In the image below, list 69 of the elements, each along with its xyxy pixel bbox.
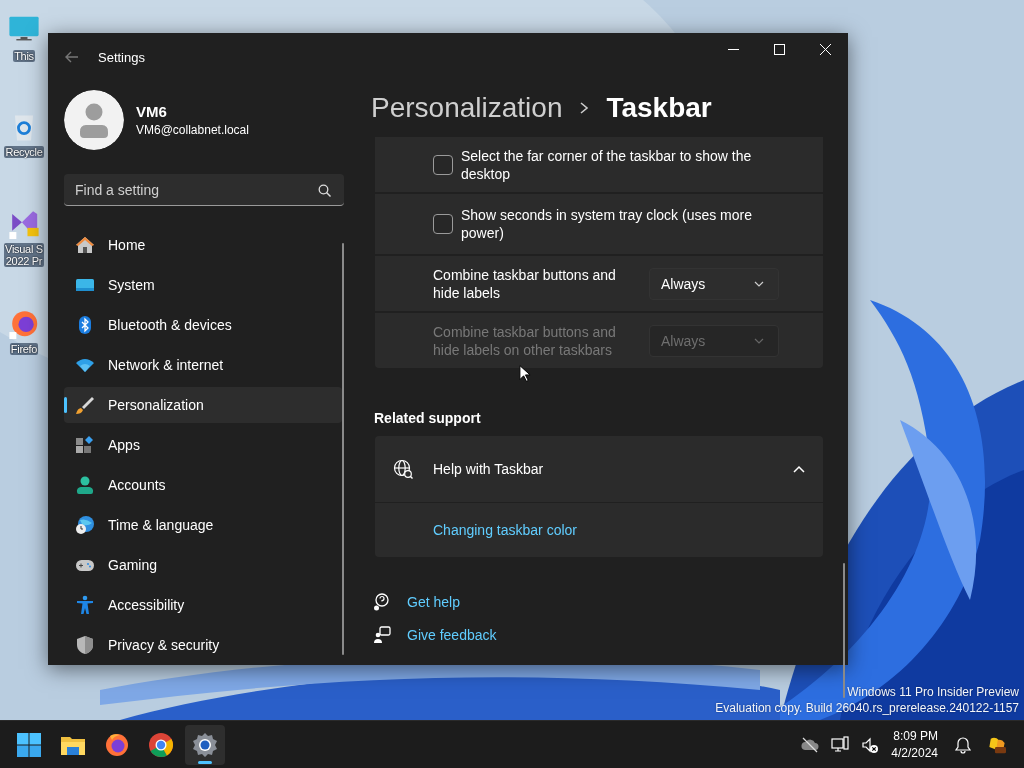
watermark-text: Evaluation copy. Build 26040.rs_prerelease.240122-1157 xyxy=(715,700,1019,716)
dropdown: Always xyxy=(649,324,779,357)
account-name: VM6 xyxy=(136,103,168,120)
setting-label: Combine taskbar buttons and hide labels xyxy=(433,265,617,302)
sidebar-item[interactable]: Personalization xyxy=(64,387,342,423)
search-icon[interactable] xyxy=(318,184,331,197)
help-card-title: Help with Taskbar xyxy=(433,461,545,477)
footer-link[interactable]: Get help xyxy=(407,594,460,610)
window-title: Settings xyxy=(98,49,146,65)
sidebar-item[interactable]: Time & language xyxy=(64,507,342,543)
sidebar-item[interactable]: Privacy & security xyxy=(64,627,342,663)
clock-time[interactable]: 8:09 PM xyxy=(893,727,938,745)
help-link[interactable]: Changing taskbar color xyxy=(433,522,577,538)
chevron-down-icon xyxy=(754,280,764,287)
paintbrush-icon xyxy=(75,395,95,415)
close-icon xyxy=(819,43,831,55)
setting-label: Show seconds in system tray clock (uses more power) xyxy=(461,206,753,242)
cloud-off-icon[interactable] xyxy=(801,735,820,754)
account-email: VM6@collabnet.local xyxy=(136,123,249,137)
desktop-icon-label: Visual S 2022 Pr xyxy=(4,243,44,267)
page-title: Taskbar xyxy=(606,92,712,124)
back-icon[interactable] xyxy=(64,49,80,65)
chevron-right-icon xyxy=(578,101,591,115)
sidebar-item[interactable]: Accounts xyxy=(64,467,342,503)
globe-clock-icon xyxy=(75,515,95,535)
clock-date[interactable]: 4/2/2024 xyxy=(891,744,938,762)
bell-icon[interactable] xyxy=(954,735,972,754)
feedback-icon xyxy=(373,626,391,644)
sidebar-item[interactable]: Gaming xyxy=(64,547,342,583)
desktop-icon-label: This xyxy=(13,50,35,62)
help-icon xyxy=(373,593,391,611)
checkbox[interactable] xyxy=(433,154,453,175)
sidebar-item[interactable]: Home xyxy=(64,227,342,263)
maximize-icon xyxy=(773,43,785,55)
sidebar-item[interactable]: Accessibility xyxy=(64,587,342,623)
app-badge-icon[interactable] xyxy=(988,735,1006,754)
dropdown[interactable]: Always xyxy=(649,267,779,300)
chevron-up-icon xyxy=(793,465,805,473)
sidebar-item[interactable]: System xyxy=(64,267,342,303)
scrollbar[interactable] xyxy=(843,563,845,698)
gear-icon xyxy=(192,731,218,758)
search-field[interactable]: Find a setting xyxy=(64,174,344,206)
setting-label: Select the far corner of the taskbar to show the desktop xyxy=(461,146,753,183)
scrollbar[interactable] xyxy=(342,243,344,655)
help-card-header[interactable]: Help with Taskbar xyxy=(375,436,823,502)
sidebar-item[interactable]: Bluetooth & devices xyxy=(64,307,342,343)
avatar-icon[interactable] xyxy=(64,90,124,150)
taskbar-app[interactable] xyxy=(185,724,225,765)
home-icon xyxy=(75,235,95,255)
sidebar-item[interactable]: Network & internet xyxy=(64,347,342,383)
firefox-icon xyxy=(104,731,130,758)
chrome-icon xyxy=(148,731,174,758)
chevron-down-icon xyxy=(754,337,764,344)
watermark-text: Windows 11 Pro Insider Preview xyxy=(847,684,1019,700)
section-heading: Related support xyxy=(374,410,482,426)
globe-search-icon xyxy=(393,459,413,479)
checkbox[interactable] xyxy=(433,214,453,234)
sidebar-item[interactable]: Apps xyxy=(64,427,342,463)
accessibility-figure-icon xyxy=(75,595,95,615)
speaker-muted-icon[interactable] xyxy=(861,735,880,754)
shield-icon xyxy=(75,635,95,655)
mouse-cursor-icon xyxy=(519,364,531,383)
breadcrumb-link[interactable]: Personalization xyxy=(371,92,563,124)
apps-grid-icon xyxy=(75,435,95,455)
person-icon xyxy=(75,475,95,495)
footer-link[interactable]: Give feedback xyxy=(407,627,497,643)
setting-label: Combine taskbar buttons and hide labels on other taskbars xyxy=(433,322,617,359)
windows-start-icon xyxy=(16,731,42,758)
network-monitor-icon[interactable] xyxy=(831,735,850,754)
